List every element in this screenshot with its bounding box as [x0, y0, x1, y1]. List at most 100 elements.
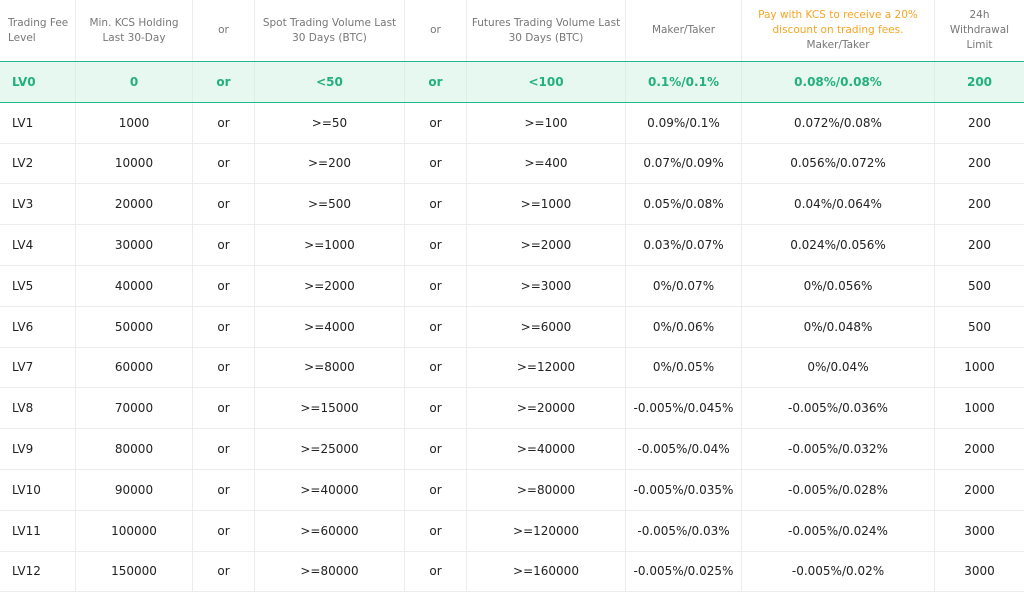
- withdrawal-limit-cell: 200: [968, 197, 991, 212]
- kcs-holding-cell: 20000: [76, 184, 193, 225]
- maker-taker-fee-cell: 0.05%/0.08%: [626, 184, 742, 225]
- level-cell: LV9: [0, 429, 76, 469]
- or-cell: or: [193, 62, 255, 102]
- header-withdrawal-limit: 24h Withdrawal Limit: [949, 9, 1010, 51]
- table-row: LV7 60000 or >=8000 or >=12000 0%/0.05% 0%/0.04…: [0, 347, 1024, 389]
- or-cell: or: [405, 184, 467, 225]
- kcs-discount-note: Pay with KCS to receive a 20% discount o…: [758, 9, 918, 36]
- maker-taker-fee-cell: -0.005%/0.045%: [626, 388, 742, 429]
- spot-volume-cell: <50: [255, 62, 405, 102]
- futures-volume-cell: >=100: [467, 102, 626, 143]
- header-futures-volume: Futures Trading Volume Last 30 Days (BTC…: [467, 0, 626, 61]
- spot-volume-cell: >=200: [255, 143, 405, 184]
- or-cell: or: [193, 469, 255, 510]
- or-cell: or: [193, 551, 255, 592]
- level-cell: LV1: [0, 102, 76, 143]
- or-cell: or: [193, 388, 255, 429]
- table-row: LV0 0 or <50 or <100 0.1%/0.1% 0.08%/0.08% 200: [0, 62, 1024, 103]
- futures-volume-cell: >=20000: [467, 388, 626, 429]
- futures-volume-cell: >=400: [467, 143, 626, 184]
- maker-taker-fee-cell: -0.005%/0.035%: [626, 469, 742, 510]
- spot-volume-cell: >=25000: [255, 429, 405, 469]
- or-cell: or: [405, 347, 467, 388]
- level-cell: LV7: [0, 347, 76, 388]
- table-row: LV6 50000 or >=4000 or >=6000 0%/0.06% 0%/0.048…: [0, 306, 1024, 348]
- or-cell: or: [193, 347, 255, 388]
- header-spot-volume: Spot Trading Volume Last 30 Days (BTC): [255, 0, 405, 61]
- or-cell: or: [193, 510, 255, 551]
- level-cell: LV3: [0, 184, 76, 225]
- or-cell: or: [193, 102, 255, 143]
- table-row: LV5 40000 or >=2000 or >=3000 0%/0.07% 0%/0.056…: [0, 265, 1024, 307]
- maker-taker-fee-cell: 0.1%/0.1%: [626, 62, 742, 102]
- or-cell: or: [405, 469, 467, 510]
- kcs-discount-fee-cell: 0.024%/0.056%: [742, 225, 935, 265]
- withdrawal-limit-cell: 200: [968, 115, 991, 130]
- trading-fee-table: Trading Fee Level Min. KCS Holding Last …: [0, 0, 1024, 592]
- kcs-discount-fee-cell: 0.04%/0.064%: [742, 184, 935, 225]
- kcs-holding-cell: 1000: [76, 102, 193, 143]
- maker-taker-fee-cell: 0.03%/0.07%: [626, 225, 742, 265]
- or-cell: or: [405, 510, 467, 551]
- header-or: or: [405, 0, 467, 61]
- table-row: LV4 30000 or >=1000 or >=2000 0.03%/0.07% 0.024…: [0, 225, 1024, 266]
- header-maker-taker: Maker/Taker: [626, 0, 742, 61]
- futures-volume-cell: >=2000: [467, 225, 626, 265]
- level-cell: LV0: [0, 62, 76, 102]
- or-cell: or: [193, 143, 255, 184]
- maker-taker-fee-cell: -0.005%/0.04%: [626, 429, 742, 469]
- maker-taker-fee-cell: 0%/0.07%: [626, 265, 742, 306]
- or-cell: or: [193, 265, 255, 306]
- kcs-discount-fee-cell: 0%/0.048%: [742, 306, 935, 347]
- spot-volume-cell: >=80000: [255, 551, 405, 592]
- spot-volume-cell: >=4000: [255, 306, 405, 347]
- maker-taker-fee-cell: 0%/0.06%: [626, 306, 742, 347]
- kcs-holding-cell: 50000: [76, 306, 193, 347]
- level-cell: LV8: [0, 388, 76, 429]
- or-cell: or: [193, 184, 255, 225]
- kcs-holding-cell: 100000: [76, 510, 193, 551]
- maker-taker-fee-cell: -0.005%/0.03%: [626, 510, 742, 551]
- futures-volume-cell: >=3000: [467, 265, 626, 306]
- or-cell: or: [405, 62, 467, 102]
- withdrawal-limit-cell: 200: [968, 156, 991, 171]
- or-cell: or: [405, 143, 467, 184]
- withdrawal-limit-cell: 200: [968, 238, 991, 253]
- maker-taker-fee-cell: 0.07%/0.09%: [626, 143, 742, 184]
- kcs-holding-cell: 0: [76, 62, 193, 102]
- spot-volume-cell: >=500: [255, 184, 405, 225]
- level-cell: LV10: [0, 469, 76, 510]
- or-cell: or: [193, 306, 255, 347]
- withdrawal-limit-cell: 3000: [964, 523, 995, 538]
- level-cell: LV2: [0, 143, 76, 184]
- kcs-holding-cell: 40000: [76, 265, 193, 306]
- kcs-holding-cell: 60000: [76, 347, 193, 388]
- or-cell: or: [405, 388, 467, 429]
- header-or: or: [193, 0, 255, 61]
- header-min-kcs-holding: Min. KCS Holding Last 30-Day: [76, 0, 193, 61]
- table-row: LV2 10000 or >=200 or >=400 0.07%/0.09% 0.056%/…: [0, 143, 1024, 185]
- table-body: LV0 0 or <50 or <100 0.1%/0.1% 0.08%/0.08% 200 LV…: [0, 62, 1024, 592]
- or-cell: or: [405, 306, 467, 347]
- withdrawal-limit-cell: 1000: [964, 360, 995, 375]
- level-cell: LV12: [0, 551, 76, 592]
- spot-volume-cell: >=15000: [255, 388, 405, 429]
- table-row: LV9 80000 or >=25000 or >=40000 -0.005%/0.04% -…: [0, 429, 1024, 470]
- maker-taker-fee-cell: 0.09%/0.1%: [626, 102, 742, 143]
- spot-volume-cell: >=1000: [255, 225, 405, 265]
- withdrawal-limit-cell: 2000: [964, 482, 995, 497]
- futures-volume-cell: >=6000: [467, 306, 626, 347]
- withdrawal-limit-cell: 3000: [964, 564, 995, 579]
- maker-taker-fee-cell: 0%/0.05%: [626, 347, 742, 388]
- kcs-discount-fee-cell: 0%/0.056%: [742, 265, 935, 306]
- kcs-discount-fee-cell: -0.005%/0.028%: [742, 469, 935, 510]
- kcs-holding-cell: 90000: [76, 469, 193, 510]
- withdrawal-limit-cell: 500: [968, 278, 991, 293]
- kcs-holding-cell: 30000: [76, 225, 193, 265]
- kcs-holding-cell: 70000: [76, 388, 193, 429]
- spot-volume-cell: >=8000: [255, 347, 405, 388]
- table-row: LV8 70000 or >=15000 or >=20000 -0.005%/0.045%…: [0, 388, 1024, 430]
- header-trading-fee-level: Trading Fee Level: [0, 0, 76, 61]
- futures-volume-cell: >=1000: [467, 184, 626, 225]
- withdrawal-limit-cell: 2000: [964, 442, 995, 457]
